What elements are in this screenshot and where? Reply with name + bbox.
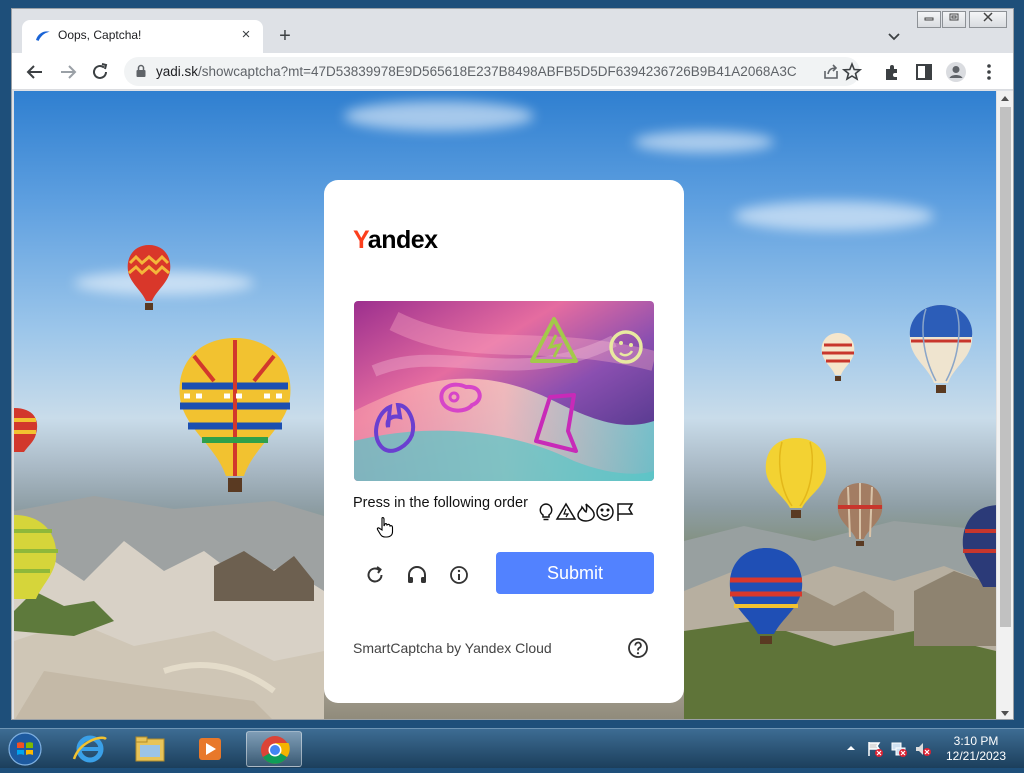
forward-icon[interactable] (57, 61, 79, 83)
scroll-thumb[interactable] (1000, 107, 1011, 627)
bookmark-star-icon[interactable] (841, 61, 863, 83)
profile-icon[interactable] (945, 61, 967, 83)
close-window-button[interactable] (969, 11, 1007, 28)
balloon-illustration (837, 483, 883, 546)
browser-toolbar: yadi.sk/showcaptcha?mt=47D53839978E9D565… (12, 53, 1013, 90)
balloon-illustration (179, 338, 291, 492)
media-player-icon (199, 738, 221, 760)
balloon-illustration (909, 305, 973, 393)
balloon-illustration (729, 548, 803, 644)
lock-icon[interactable] (135, 64, 147, 78)
help-icon[interactable] (627, 637, 649, 659)
new-tab-button[interactable]: + (274, 25, 296, 47)
audio-icon[interactable] (405, 563, 429, 587)
media-player-button[interactable] (182, 731, 238, 767)
restore-button[interactable] (942, 11, 966, 28)
yandex-logo: Yandex (353, 226, 438, 254)
clock[interactable]: 3:10 PM 12/21/2023 (944, 734, 1008, 764)
scroll-down-icon[interactable] (1001, 711, 1009, 716)
tab-strip: Oops, Captcha! × + (12, 9, 1013, 53)
internet-explorer-button[interactable] (62, 731, 118, 767)
balloon-illustration (821, 333, 855, 381)
extensions-icon[interactable] (881, 61, 903, 83)
back-icon[interactable] (24, 61, 46, 83)
hand-cursor-icon (376, 517, 394, 538)
start-button-icon[interactable] (4, 730, 46, 768)
menu-icon[interactable] (978, 61, 1000, 83)
fire-icon (577, 503, 595, 522)
bulb-icon (539, 503, 553, 521)
balloon-illustration (127, 245, 171, 310)
refresh-icon[interactable] (363, 563, 387, 587)
tab-close-icon[interactable]: × (237, 26, 255, 44)
hazard-icon (555, 502, 577, 520)
captcha-footer: SmartCaptcha by Yandex Cloud (353, 640, 552, 656)
captcha-card: Yandex Press in the following order Subm… (324, 180, 684, 703)
captcha-image[interactable] (354, 301, 654, 481)
file-explorer-button[interactable] (122, 731, 178, 767)
tab-title: Oops, Captcha! (58, 28, 142, 42)
smiley-icon (596, 503, 614, 521)
clock-time: 3:10 PM (953, 734, 999, 748)
close-icon (983, 12, 993, 22)
restore-icon (949, 13, 959, 21)
side-panel-icon[interactable] (913, 61, 935, 83)
page-scrollbar[interactable] (996, 91, 1013, 719)
clock-date: 12/21/2023 (945, 749, 1007, 763)
balloon-illustration (962, 505, 996, 587)
chrome-icon (261, 736, 290, 764)
balloon-illustration (14, 515, 58, 599)
tab-active[interactable]: Oops, Captcha! × (22, 20, 263, 53)
chrome-button[interactable] (246, 731, 302, 767)
flag-icon (617, 503, 634, 521)
minimize-icon (924, 17, 934, 21)
action-center-icon[interactable] (866, 740, 884, 758)
reload-icon[interactable] (89, 61, 111, 83)
url-text[interactable]: yadi.sk/showcaptcha?mt=47D53839978E9D565… (156, 64, 796, 79)
balloon-illustration (14, 408, 38, 452)
tab-search-icon[interactable] (885, 27, 903, 45)
tray-expand-icon[interactable] (846, 743, 856, 753)
folder-icon (135, 736, 165, 762)
yandex-disk-favicon (36, 31, 51, 42)
scroll-up-icon[interactable] (1001, 96, 1009, 101)
icon-order-sequence (539, 502, 634, 522)
balloon-illustration (765, 438, 827, 518)
internet-explorer-icon (72, 735, 107, 763)
address-bar[interactable]: yadi.sk/showcaptcha?mt=47D53839978E9D565… (124, 57, 860, 86)
volume-muted-icon[interactable] (914, 740, 932, 758)
taskbar: 3:10 PM 12/21/2023 (0, 728, 1024, 768)
captcha-instruction: Press in the following order (353, 495, 528, 511)
info-icon[interactable] (447, 563, 471, 587)
submit-button[interactable]: Submit (496, 552, 654, 594)
minimize-button[interactable] (917, 11, 941, 28)
share-icon[interactable] (822, 63, 840, 81)
network-icon[interactable] (890, 740, 908, 758)
